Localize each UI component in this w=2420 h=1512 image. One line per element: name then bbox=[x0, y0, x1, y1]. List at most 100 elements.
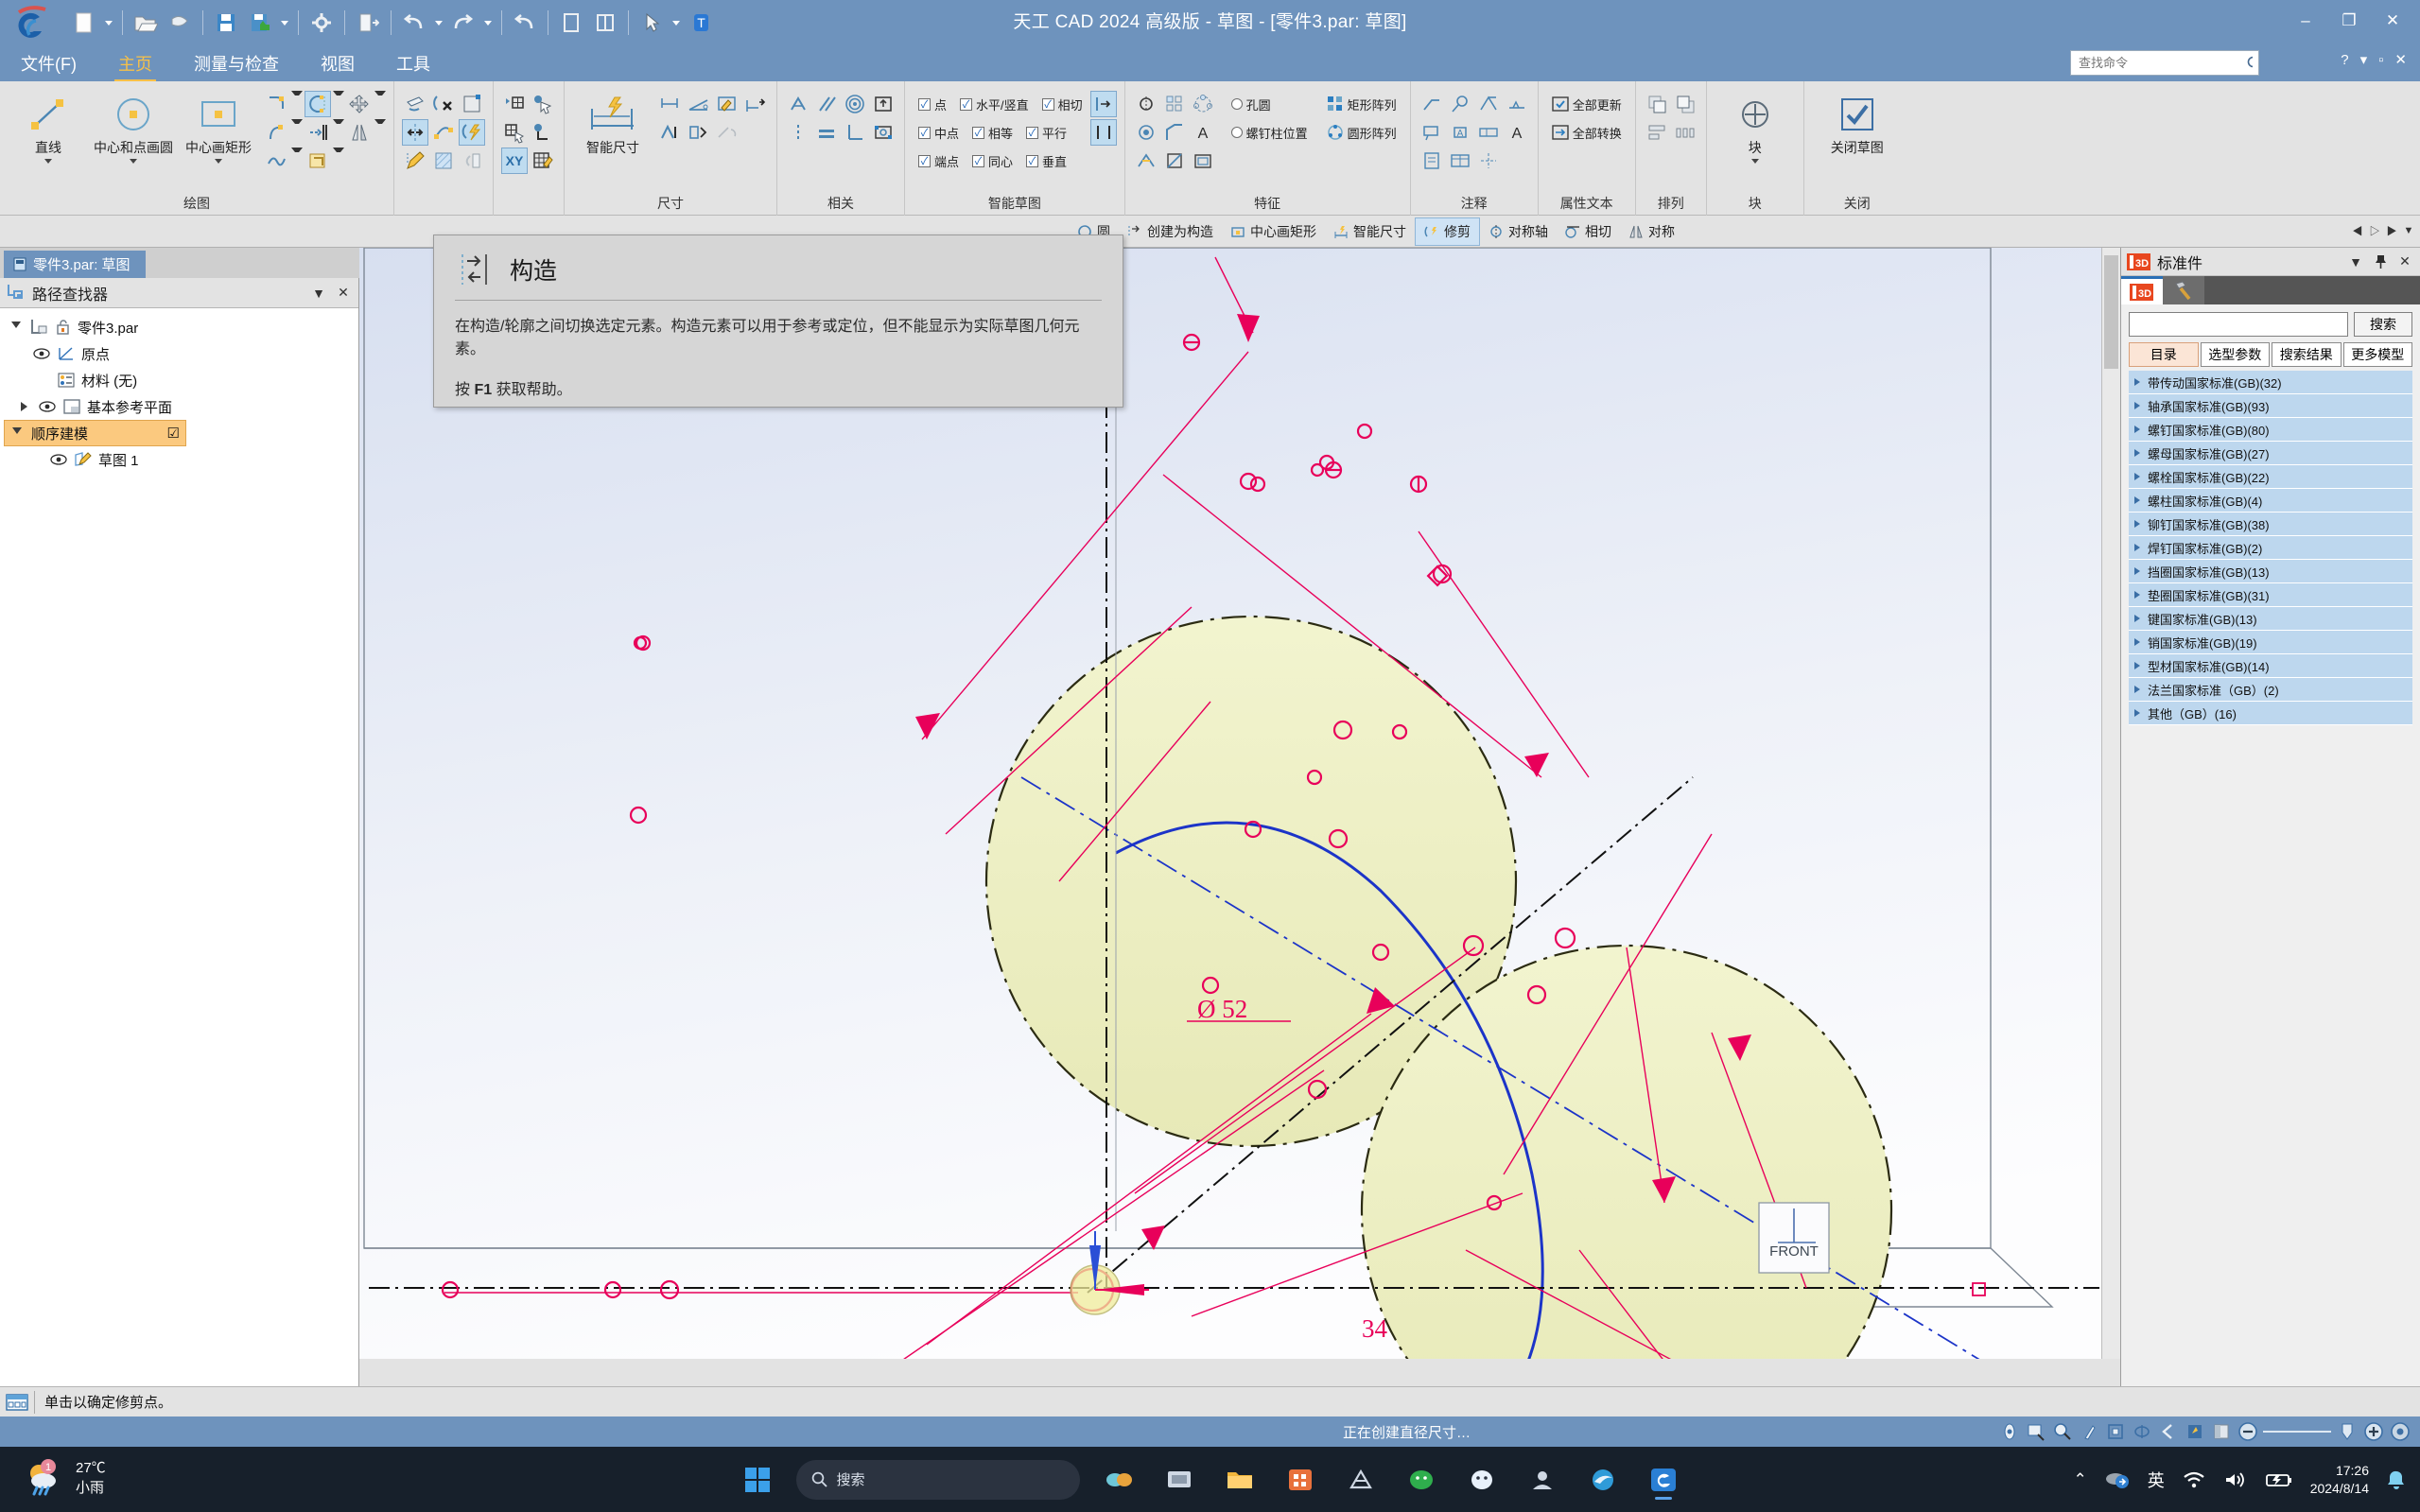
panel-collapse-icon[interactable]: ▼ bbox=[2346, 252, 2365, 271]
arc2-dropdown-icon[interactable] bbox=[291, 119, 303, 146]
pattern-icon-2[interactable] bbox=[1190, 91, 1216, 117]
checkbox-endpoint[interactable]: ✓ bbox=[918, 154, 931, 167]
list-item[interactable]: 螺母国家标准(GB)(27) bbox=[2129, 442, 2412, 465]
undo-dropdown-icon[interactable] bbox=[432, 6, 445, 40]
edge-icon[interactable] bbox=[1581, 1458, 1625, 1502]
zoom-icon[interactable] bbox=[2051, 1421, 2073, 1443]
standard-parts-search-input[interactable] bbox=[2129, 312, 2348, 337]
smart-check-endpoint[interactable]: ✓ 端点 bbox=[913, 148, 965, 174]
list-item[interactable]: 垫圈国家标准(GB)(31) bbox=[2129, 583, 2412, 607]
tab-3d[interactable]: 3D bbox=[2121, 276, 2163, 304]
block-button[interactable]: 块 bbox=[1715, 87, 1796, 164]
panel-close-icon[interactable]: ✕ bbox=[2395, 252, 2414, 271]
list-item[interactable]: 螺栓国家标准(GB)(22) bbox=[2129, 465, 2412, 489]
menu-measure[interactable]: 测量与检查 bbox=[186, 45, 287, 82]
smart-check-point[interactable]: ✓ 点 bbox=[913, 91, 952, 117]
text-a-icon-2[interactable]: A bbox=[1190, 119, 1216, 146]
dimension-axis-icon[interactable] bbox=[785, 91, 811, 117]
select-icon[interactable] bbox=[635, 6, 668, 40]
expander-icon[interactable] bbox=[2134, 544, 2140, 551]
concentric-icon[interactable] bbox=[842, 91, 868, 117]
smart-check-tangent[interactable]: ✓ 相切 bbox=[1036, 91, 1088, 117]
bring-front-icon[interactable] bbox=[1644, 91, 1670, 117]
undo-icon[interactable] bbox=[398, 6, 430, 40]
expander-part-icon[interactable] bbox=[8, 322, 25, 333]
shell-icon[interactable] bbox=[1190, 148, 1216, 174]
text-icon[interactable]: T bbox=[685, 6, 717, 40]
nav-play-icon[interactable]: ▷ bbox=[2367, 219, 2382, 242]
intent-icon[interactable] bbox=[1089, 119, 1117, 146]
panel-pin-icon[interactable] bbox=[2371, 252, 2390, 271]
mirror-icon[interactable] bbox=[346, 119, 373, 146]
file-explorer-icon[interactable] bbox=[1218, 1458, 1262, 1502]
standard-parts-search-button[interactable]: 搜索 bbox=[2354, 312, 2412, 337]
leader-icon[interactable] bbox=[1419, 91, 1445, 117]
undo2-icon[interactable] bbox=[509, 6, 541, 40]
hole-circle-icon[interactable] bbox=[1133, 91, 1159, 117]
smart-check-concentric[interactable]: ✓ 同心 bbox=[966, 148, 1018, 174]
expander-icon[interactable] bbox=[2134, 449, 2140, 457]
expander-icon[interactable] bbox=[2134, 615, 2140, 622]
display-icon[interactable] bbox=[2184, 1421, 2205, 1443]
circle-dropdown-icon[interactable] bbox=[130, 159, 137, 164]
page-icon[interactable] bbox=[555, 6, 587, 40]
toolbar2-tangent[interactable]: 相切 bbox=[1557, 217, 1620, 246]
start-icon[interactable] bbox=[736, 1458, 779, 1502]
ribbon-close-icon[interactable]: ✕ bbox=[2394, 51, 2407, 68]
distribute-icon[interactable] bbox=[1672, 119, 1698, 146]
checkbox-midpoint[interactable]: ✓ bbox=[918, 126, 931, 139]
checkbox-concentric[interactable]: ✓ bbox=[972, 154, 985, 167]
expander-icon[interactable] bbox=[2134, 520, 2140, 528]
fillet-icon[interactable] bbox=[263, 91, 289, 117]
bell-icon[interactable] bbox=[2386, 1469, 2407, 1490]
view-icon[interactable] bbox=[1998, 1421, 2020, 1443]
qq-icon[interactable] bbox=[1460, 1458, 1504, 1502]
rect-pattern-button[interactable]: 矩形阵列 bbox=[1321, 91, 1402, 117]
curve-icon[interactable] bbox=[263, 148, 289, 174]
expander-icon[interactable] bbox=[2134, 426, 2140, 433]
expander-icon[interactable] bbox=[2134, 591, 2140, 599]
point-select-icon[interactable] bbox=[530, 91, 556, 117]
trim-flash-icon[interactable] bbox=[459, 119, 485, 146]
menu-view[interactable]: 视图 bbox=[313, 45, 362, 82]
expander-planes-icon[interactable] bbox=[15, 402, 32, 411]
tree-item-part[interactable]: 零件3.par bbox=[4, 314, 358, 340]
edit-pencil-icon[interactable] bbox=[402, 148, 428, 174]
fix-icon[interactable] bbox=[870, 119, 897, 146]
filter-tab-catalog[interactable]: 目录 bbox=[2129, 342, 2199, 367]
block-dropdown-icon[interactable] bbox=[1750, 159, 1759, 164]
help-icon[interactable]: ? bbox=[2341, 52, 2348, 68]
grid-edit-icon[interactable] bbox=[530, 148, 556, 174]
canvas-vertical-scrollbar[interactable] bbox=[2101, 248, 2120, 1386]
checkbox-perpendicular[interactable]: ✓ bbox=[1026, 154, 1039, 167]
checkbox-parallel[interactable]: ✓ bbox=[1026, 126, 1039, 139]
note-icon[interactable] bbox=[1419, 148, 1445, 174]
canvas-scrollbar-thumb[interactable] bbox=[2104, 255, 2118, 369]
angle-dim-icon[interactable] bbox=[686, 91, 712, 117]
arc-dropdown-icon[interactable] bbox=[333, 91, 344, 117]
list-item[interactable]: 铆钉国家标准(GB)(38) bbox=[2129, 513, 2412, 536]
taskbar-search[interactable]: 搜索 bbox=[795, 1459, 1080, 1500]
offset-dropdown-icon[interactable] bbox=[333, 119, 344, 146]
grid-page-icon[interactable] bbox=[589, 6, 621, 40]
table-icon[interactable] bbox=[1447, 148, 1473, 174]
eye-icon-sketch[interactable] bbox=[49, 454, 68, 465]
line-dropdown-icon[interactable] bbox=[44, 159, 52, 164]
extrude-icon[interactable] bbox=[459, 148, 485, 174]
ime-icon[interactable]: 英 bbox=[2148, 1468, 2165, 1492]
align-icon[interactable] bbox=[1644, 119, 1670, 146]
expander-icon[interactable] bbox=[2134, 496, 2140, 504]
checkbox-equal[interactable]: ✓ bbox=[972, 126, 985, 139]
rectangle-center-button[interactable]: 中心画矩形 bbox=[178, 87, 259, 164]
horizontal-vertical-icon[interactable] bbox=[657, 119, 684, 146]
eye-icon-planes[interactable] bbox=[38, 401, 57, 412]
fill-icon[interactable] bbox=[459, 91, 485, 117]
hole-circle-option[interactable]: 孔圆 bbox=[1226, 91, 1314, 117]
callout-icon[interactable] bbox=[1419, 119, 1445, 146]
tree-item-reference-planes[interactable]: 基本参考平面 bbox=[4, 393, 358, 420]
zoom-reset-icon[interactable] bbox=[2389, 1421, 2411, 1443]
zoom-slider-handle-icon[interactable] bbox=[2336, 1421, 2358, 1443]
list-item[interactable]: 其他（GB）(16) bbox=[2129, 702, 2412, 725]
smart-check-midpoint[interactable]: ✓ 中点 bbox=[913, 119, 965, 146]
new-file-dropdown-icon[interactable] bbox=[102, 6, 115, 40]
